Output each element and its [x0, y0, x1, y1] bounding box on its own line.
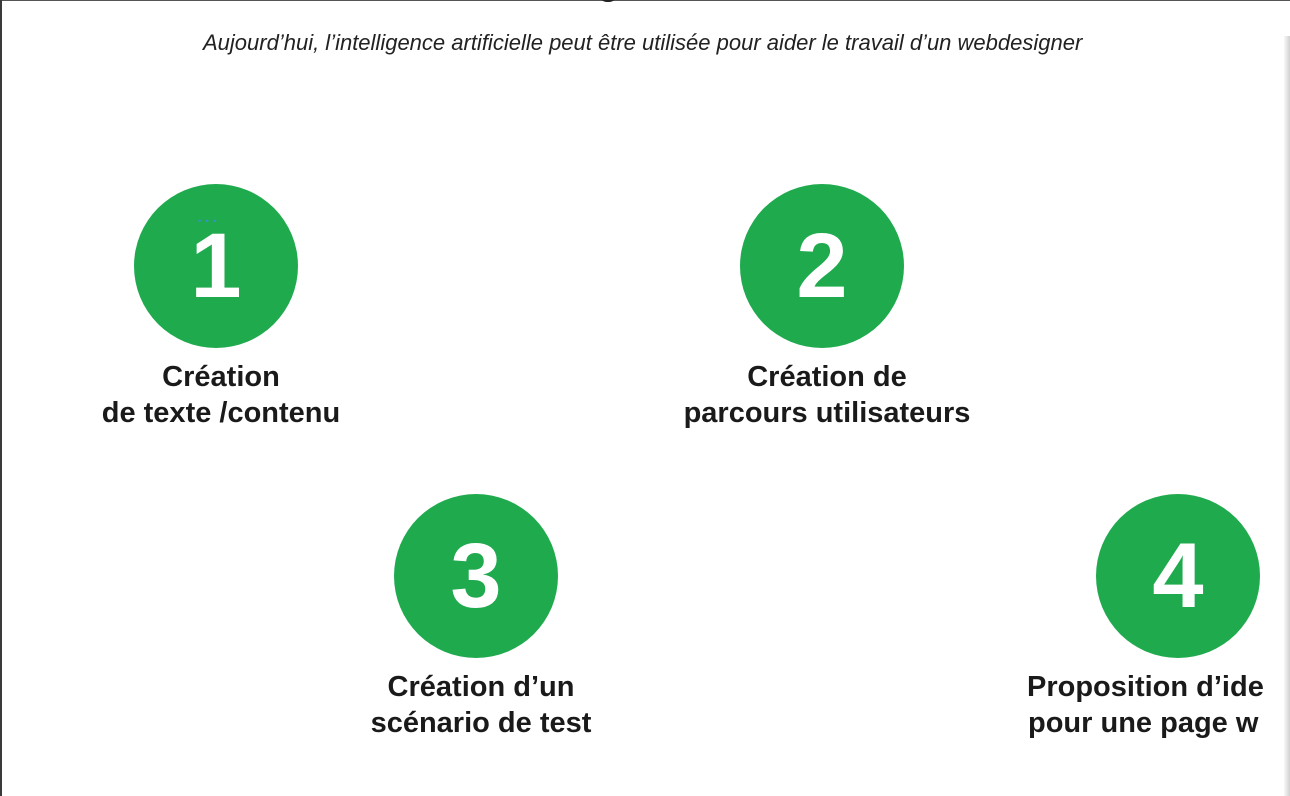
tiny-dots-mark: • • •: [198, 216, 218, 226]
step-4-number-circle: 4: [1096, 494, 1260, 658]
page-subtitle: Aujourd’hui, l’intelligence artificielle…: [203, 30, 1083, 55]
step-2-label-line2: parcours utilisateurs: [683, 397, 971, 429]
page-left-edge: [0, 0, 2, 796]
step-1-number-circle: 1: [134, 184, 298, 348]
step-2-number-circle: 2: [740, 184, 904, 348]
step-3-number-circle: 3: [394, 494, 558, 658]
step-1-label-line2: de texte /contenu: [101, 397, 341, 429]
step-4-label: Proposition d’ide pour une page w: [1027, 669, 1287, 741]
step-3-label-line1: Création d’un: [387, 671, 575, 703]
step-4-label-line1: Proposition d’ide: [1027, 671, 1264, 703]
step-4-label-line2: pour une page w: [1028, 707, 1259, 739]
step-3-label-line2: scénario de test: [370, 707, 592, 739]
step-1-label: Création de texte /contenu: [11, 359, 431, 431]
step-3-label: Création d’un scénario de test: [271, 669, 691, 741]
page-top-edge: [0, 0, 1290, 1]
step-1-label-line1: Création: [162, 361, 280, 393]
step-2-label: Création de parcours utilisateurs: [617, 359, 1037, 431]
step-2-label-line1: Création de: [747, 361, 907, 393]
